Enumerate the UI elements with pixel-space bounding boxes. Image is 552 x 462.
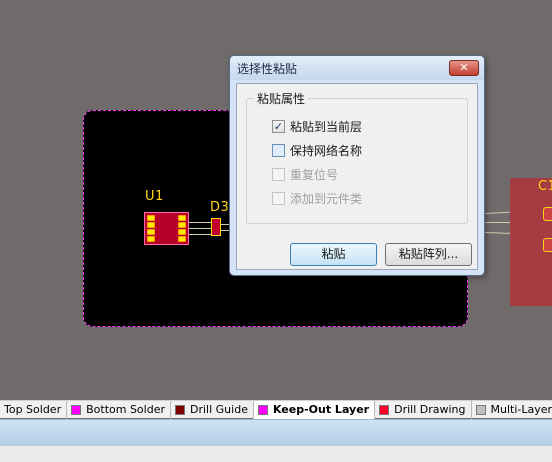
layer-tabs-bar: Top Solder Bottom Solder Drill Guide Kee… [0,400,552,419]
dialog-title: 选择性粘贴 [237,62,298,76]
option-label: 添加到元件类 [290,191,363,206]
u1-pad[interactable] [147,222,155,228]
option-label: 粘贴到当前层 [290,119,363,134]
bottom-strip [0,445,552,462]
checkbox-icon[interactable] [272,143,285,157]
d3-designator[interactable]: D3 [210,200,229,215]
option-duplicate-designator: 重复位号 [272,166,338,182]
paste-array-button[interactable]: 粘贴阵列... [385,243,472,266]
checkbox-checked-icon[interactable]: ✓ [272,119,285,133]
option-label: 重复位号 [290,167,339,182]
status-bar [0,419,552,445]
option-keep-net-name[interactable]: 保持网络名称 [272,142,362,158]
c1-pad[interactable] [543,238,552,252]
tab-bottom-solder[interactable]: Bottom Solder [67,400,171,419]
u1-pad[interactable] [178,222,186,228]
u1-pad[interactable] [178,215,186,221]
layer-color-swatch [475,404,486,415]
tab-label: Drill Drawing [394,403,466,416]
checkbox-icon [272,167,285,181]
layer-color-swatch [175,404,185,415]
tab-drill-drawing[interactable]: Drill Drawing [375,400,472,419]
dialog-titlebar[interactable]: 选择性粘贴 ✕ [230,56,484,80]
tab-label: Drill Guide [190,403,248,416]
layer-color-swatch [71,404,82,415]
group-label: 粘贴属性 [254,90,309,107]
c1-designator[interactable]: C1 [538,179,552,194]
checkbox-icon [272,191,285,205]
tab-label: Multi-Layer [490,403,552,416]
u1-pad[interactable] [178,236,186,242]
tab-drill-guide[interactable]: Drill Guide [171,400,254,419]
option-paste-to-current-layer[interactable]: ✓ 粘贴到当前层 [272,118,362,134]
dialog-client: 粘贴属性 ✓ 粘贴到当前层 保持网络名称 重复位号 添加到元件类 [236,83,478,270]
u1-pad[interactable] [147,215,155,221]
tab-label: Top Solder [4,403,62,416]
tab-multi-layer[interactable]: Multi-Layer [472,401,552,419]
u1-pad[interactable] [147,236,155,242]
layer-color-swatch [379,404,390,415]
option-add-to-component-class: 添加到元件类 [272,190,362,206]
tab-label: Bottom Solder [86,403,165,416]
paste-button[interactable]: 粘贴 [290,243,377,266]
tab-label: Keep-Out Layer [272,403,370,416]
u1-pad[interactable] [147,229,155,235]
tab-top-solder[interactable]: Top Solder [0,400,68,419]
u1-pad[interactable] [178,229,186,235]
layer-color-swatch [257,404,268,415]
u1-designator[interactable]: U1 [145,189,164,204]
close-icon[interactable]: ✕ [449,60,479,76]
option-label: 保持网络名称 [290,143,363,158]
tab-keep-out-layer[interactable]: Keep-Out Layer [253,400,376,419]
component-d3[interactable] [211,218,221,236]
c1-pad[interactable] [543,207,552,221]
